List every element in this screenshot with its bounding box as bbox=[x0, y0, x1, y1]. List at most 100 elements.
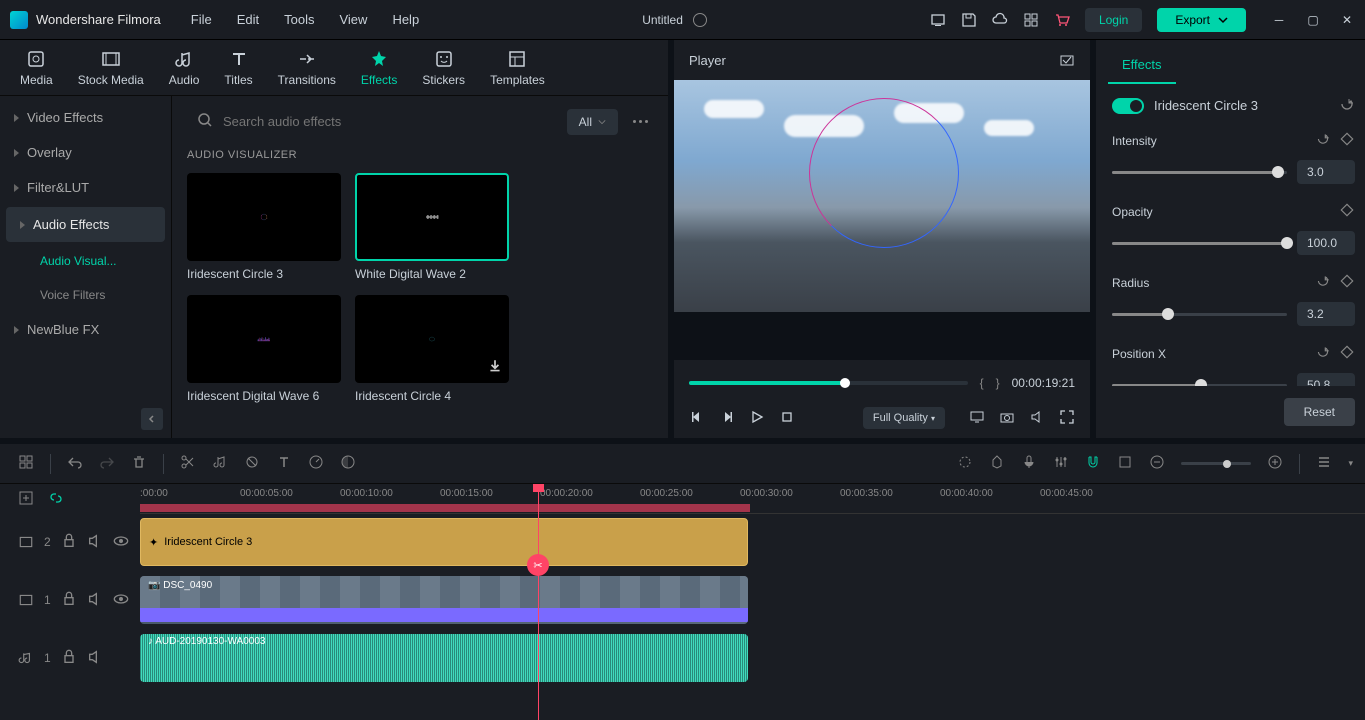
sidebar-item[interactable]: Filter&LUT bbox=[0, 170, 171, 205]
menu-file[interactable]: File bbox=[191, 12, 212, 27]
tl-link-icon[interactable] bbox=[48, 490, 64, 509]
tab-titles[interactable]: Titles bbox=[224, 49, 252, 87]
tl-magnet-icon[interactable] bbox=[1085, 454, 1101, 473]
split-scissors-icon[interactable]: ✂ bbox=[527, 554, 549, 576]
tab-media[interactable]: Media bbox=[20, 49, 53, 87]
menu-help[interactable]: Help bbox=[392, 12, 419, 27]
more-options-icon[interactable] bbox=[628, 115, 653, 128]
prop-slider[interactable] bbox=[1112, 384, 1287, 387]
sidebar-sub-item[interactable]: Audio Visual... bbox=[0, 244, 171, 278]
props-tab-effects[interactable]: Effects bbox=[1108, 47, 1176, 84]
scrub-bar[interactable] bbox=[689, 381, 968, 385]
track-visible-icon[interactable] bbox=[113, 591, 129, 610]
close-icon[interactable]: ✕ bbox=[1339, 12, 1355, 28]
prop-value[interactable]: 100.0 bbox=[1297, 231, 1355, 255]
reset-all-icon[interactable] bbox=[1339, 96, 1355, 115]
collapse-sidebar-button[interactable] bbox=[141, 408, 163, 430]
apps-icon[interactable] bbox=[1023, 12, 1039, 28]
tl-mixer-icon[interactable] bbox=[1053, 454, 1069, 473]
stop-button[interactable] bbox=[779, 409, 795, 428]
sidebar-item[interactable]: Video Effects bbox=[0, 100, 171, 135]
menu-tools[interactable]: Tools bbox=[284, 12, 314, 27]
cloud-icon[interactable] bbox=[992, 12, 1008, 28]
filter-dropdown[interactable]: All bbox=[567, 109, 618, 135]
prev-frame-button[interactable] bbox=[689, 409, 705, 428]
effect-enable-toggle[interactable] bbox=[1112, 98, 1144, 114]
tab-audio[interactable]: Audio bbox=[169, 49, 200, 87]
prop-slider[interactable] bbox=[1112, 313, 1287, 316]
snapshot-icon[interactable] bbox=[1059, 52, 1075, 68]
device-icon[interactable] bbox=[930, 12, 946, 28]
tab-effects[interactable]: Effects bbox=[361, 49, 397, 87]
speed-icon[interactable] bbox=[308, 454, 324, 473]
color-icon[interactable] bbox=[340, 454, 356, 473]
reset-param-icon[interactable] bbox=[1315, 273, 1331, 292]
zoom-out-icon[interactable] bbox=[1149, 454, 1165, 473]
prop-value[interactable]: 3.0 bbox=[1297, 160, 1355, 184]
prop-slider[interactable] bbox=[1112, 171, 1287, 174]
tl-list-icon[interactable] bbox=[1316, 454, 1332, 473]
tab-templates[interactable]: Templates bbox=[490, 49, 545, 87]
tab-transitions[interactable]: Transitions bbox=[278, 49, 336, 87]
reset-param-icon[interactable] bbox=[1315, 344, 1331, 363]
track-lock-icon[interactable] bbox=[61, 533, 77, 552]
login-button[interactable]: Login bbox=[1085, 8, 1142, 32]
prop-value[interactable]: 50.8 bbox=[1297, 373, 1355, 386]
menu-edit[interactable]: Edit bbox=[237, 12, 259, 27]
effect-thumb[interactable]: Iridescent Circle 3 bbox=[187, 173, 341, 281]
minimize-icon[interactable]: ─ bbox=[1271, 12, 1287, 28]
delete-icon[interactable] bbox=[131, 454, 147, 473]
menu-view[interactable]: View bbox=[339, 12, 367, 27]
track-mute-icon[interactable] bbox=[87, 591, 103, 610]
redo-icon[interactable] bbox=[99, 454, 115, 473]
camera-icon[interactable] bbox=[999, 409, 1015, 428]
sidebar-sub-item[interactable]: Voice Filters bbox=[0, 278, 171, 312]
zoom-in-icon[interactable] bbox=[1267, 454, 1283, 473]
undo-icon[interactable] bbox=[67, 454, 83, 473]
tl-options-icon[interactable]: ▾ bbox=[1348, 458, 1353, 469]
reset-button[interactable]: Reset bbox=[1284, 398, 1355, 426]
mask-icon[interactable] bbox=[244, 454, 260, 473]
prop-value[interactable]: 3.2 bbox=[1297, 302, 1355, 326]
track-mute-icon[interactable] bbox=[87, 533, 103, 552]
track-lock-icon[interactable] bbox=[61, 591, 77, 610]
tl-layout-icon[interactable] bbox=[18, 454, 34, 473]
save-icon[interactable] bbox=[961, 12, 977, 28]
tab-stock[interactable]: Stock Media bbox=[78, 49, 144, 87]
prop-slider[interactable] bbox=[1112, 242, 1287, 245]
mark-out-icon[interactable]: } bbox=[996, 376, 1000, 390]
tl-marker-icon[interactable] bbox=[989, 454, 1005, 473]
volume-icon[interactable] bbox=[1029, 409, 1045, 428]
sidebar-item[interactable]: NewBlue FX bbox=[0, 312, 171, 347]
keyframe-icon[interactable] bbox=[1339, 273, 1355, 292]
audio-tool-icon[interactable] bbox=[212, 454, 228, 473]
split-icon[interactable] bbox=[180, 454, 196, 473]
effect-thumb[interactable]: Iridescent Circle 4 bbox=[355, 295, 509, 403]
tl-add-track-icon[interactable] bbox=[18, 490, 34, 509]
keyframe-icon[interactable] bbox=[1339, 131, 1355, 150]
maximize-icon[interactable]: ▢ bbox=[1305, 12, 1321, 28]
fullscreen-icon[interactable] bbox=[1059, 409, 1075, 428]
clip-effect[interactable]: ✦Iridescent Circle 3 bbox=[140, 518, 748, 566]
tl-render-icon[interactable] bbox=[957, 454, 973, 473]
track-visible-icon[interactable] bbox=[113, 533, 129, 552]
preview-canvas[interactable] bbox=[674, 80, 1090, 360]
clip-audio[interactable]: ♪ AUD-20190130-WA0003 bbox=[140, 634, 748, 682]
text-tool-icon[interactable] bbox=[276, 454, 292, 473]
keyframe-icon[interactable] bbox=[1339, 202, 1355, 221]
quality-dropdown[interactable]: Full Quality ▾ bbox=[863, 407, 945, 429]
search-input[interactable] bbox=[223, 114, 547, 129]
sidebar-item[interactable]: Audio Effects bbox=[6, 207, 165, 242]
cart-icon[interactable] bbox=[1054, 12, 1070, 28]
tab-stickers[interactable]: Stickers bbox=[422, 49, 465, 87]
clip-video[interactable]: 📷 DSC_0490 bbox=[140, 576, 748, 624]
effect-thumb[interactable]: White Digital Wave 2 bbox=[355, 173, 509, 281]
display-icon[interactable] bbox=[969, 409, 985, 428]
sidebar-item[interactable]: Overlay bbox=[0, 135, 171, 170]
next-frame-button[interactable] bbox=[719, 409, 735, 428]
tl-crop-icon[interactable] bbox=[1117, 454, 1133, 473]
track-mute-icon[interactable] bbox=[87, 649, 103, 668]
play-button[interactable] bbox=[749, 409, 765, 428]
mark-in-icon[interactable]: { bbox=[980, 376, 984, 390]
track-lock-icon[interactable] bbox=[61, 649, 77, 668]
